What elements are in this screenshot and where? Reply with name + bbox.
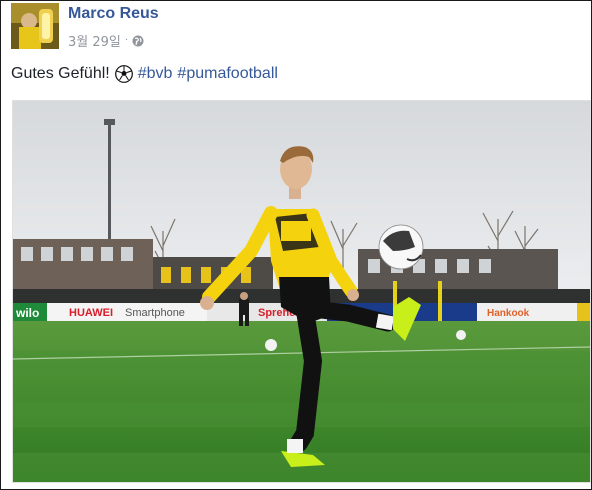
hashtag-bvb-link[interactable]: #bvb [138,65,173,83]
meta-separator: · [124,35,129,46]
globe-icon[interactable] [132,35,144,47]
soccer-ball [378,224,424,270]
ad-wilo: wilo [15,306,39,320]
post-meta: 3월 29일 · [68,31,144,50]
hashtag-pumafootball-link[interactable]: #pumafootball [177,65,278,83]
post-header: Marco Reus 3월 29일 · [11,3,581,51]
profile-avatar[interactable] [11,3,59,49]
post-message: Gutes Gefühl! [11,65,110,82]
post-photo[interactable]: wilo HUAWEI Smartphone Sprehe Hankook [12,100,591,483]
facebook-post-card: Marco Reus 3월 29일 · Gutes Gefühl! #bvb #… [0,0,592,490]
post-date-link[interactable]: 3월 29일 [68,31,121,50]
ad-huawei: HUAWEI [69,307,113,319]
author-name-link[interactable]: Marco Reus [68,5,159,23]
post-text: Gutes Gefühl! #bvb #pumafootball [11,65,278,83]
ad-smartphone: Smartphone [125,307,185,319]
soccer-ball-icon [114,65,133,83]
ad-hankook: Hankook [487,308,530,319]
